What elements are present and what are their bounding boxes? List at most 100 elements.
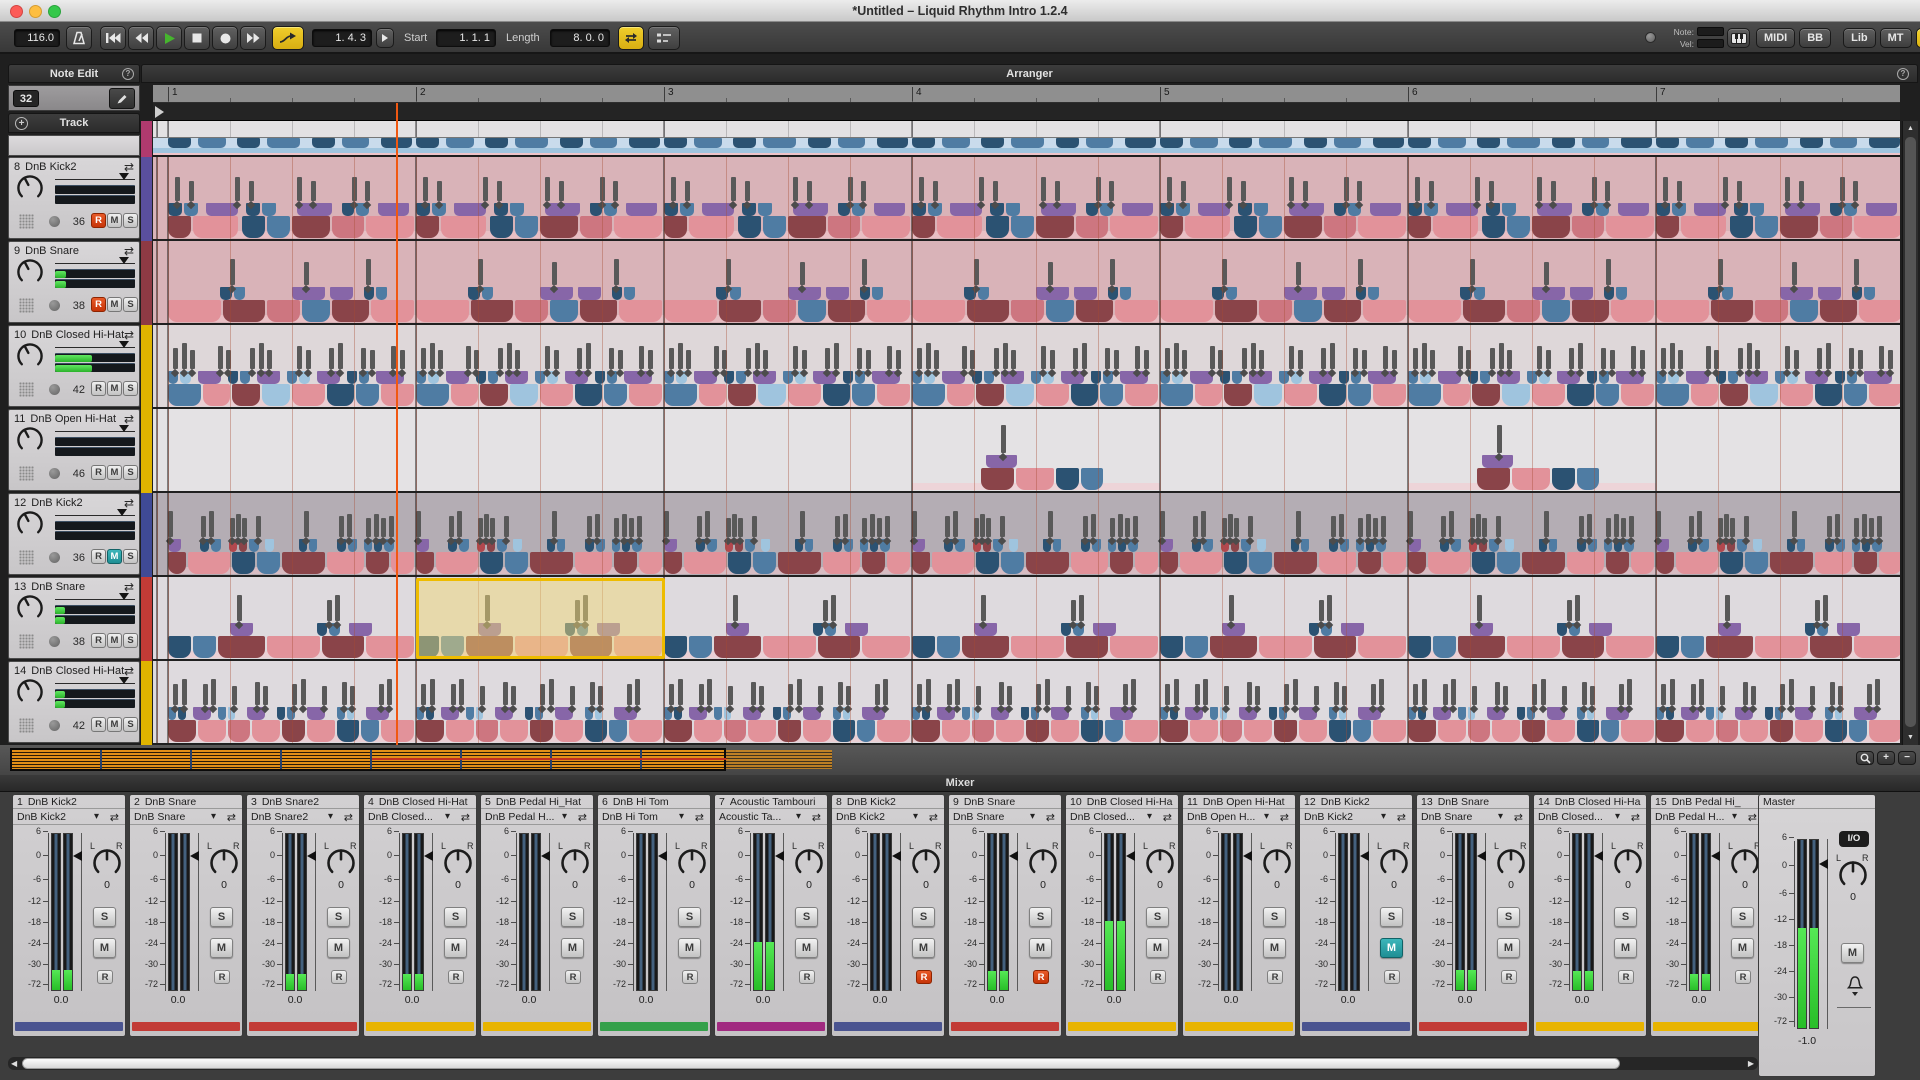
pan-knob[interactable] bbox=[1029, 849, 1057, 877]
arranger-help-icon[interactable]: ? bbox=[1897, 68, 1909, 80]
slider-marker-icon[interactable] bbox=[119, 593, 129, 600]
mute-button[interactable]: M bbox=[327, 938, 350, 958]
routing-icon[interactable]: ⇄ bbox=[124, 412, 134, 426]
instrument-dropdown[interactable]: DnB Kick2▾⇄ bbox=[832, 810, 944, 825]
solo-button[interactable]: S bbox=[123, 633, 138, 648]
mute-button[interactable]: M bbox=[107, 549, 122, 564]
record-arm-button[interactable]: R bbox=[1735, 970, 1751, 984]
midi-note-number[interactable]: 38 bbox=[67, 300, 85, 312]
track-knob[interactable] bbox=[17, 343, 43, 369]
mute-button[interactable]: M bbox=[1380, 938, 1403, 958]
routing-icon[interactable]: ⇄ bbox=[1748, 811, 1757, 824]
mute-button[interactable]: M bbox=[93, 938, 116, 958]
fader-handle-icon[interactable] bbox=[190, 851, 199, 861]
pan-knob[interactable] bbox=[1839, 861, 1867, 889]
fader-handle-icon[interactable] bbox=[658, 851, 667, 861]
record-arm-button[interactable]: R bbox=[214, 970, 230, 984]
solo-button[interactable]: S bbox=[1380, 907, 1403, 927]
groove-slider[interactable] bbox=[55, 521, 135, 530]
length-field[interactable]: 8. 0. 0 bbox=[550, 29, 610, 47]
loop-button[interactable] bbox=[618, 26, 644, 50]
pencil-tool-button[interactable] bbox=[109, 88, 135, 109]
fast-forward-button[interactable] bbox=[240, 26, 266, 50]
rewind-button[interactable] bbox=[128, 26, 154, 50]
solo-button[interactable]: S bbox=[1029, 907, 1052, 927]
pan-knob[interactable] bbox=[444, 849, 472, 877]
rewind-to-start-button[interactable] bbox=[100, 26, 126, 50]
routing-icon[interactable]: ⇄ bbox=[124, 580, 134, 594]
record-arm-button[interactable]: R bbox=[91, 297, 106, 312]
mute-button[interactable]: M bbox=[912, 938, 935, 958]
add-track-icon[interactable]: + bbox=[15, 117, 28, 130]
arranger-track-row[interactable] bbox=[153, 157, 1900, 241]
routing-icon[interactable]: ⇄ bbox=[695, 811, 704, 824]
metronome-button[interactable] bbox=[66, 26, 92, 50]
mute-button[interactable]: M bbox=[1146, 938, 1169, 958]
solo-button[interactable]: S bbox=[1614, 907, 1637, 927]
view-button-mix[interactable]: Mix bbox=[1916, 28, 1920, 48]
record-arm-button[interactable]: R bbox=[565, 970, 581, 984]
fader-handle-icon[interactable] bbox=[1594, 851, 1603, 861]
drag-handle[interactable] bbox=[19, 634, 34, 649]
groove-slider[interactable] bbox=[55, 353, 135, 362]
solo-button[interactable]: S bbox=[795, 907, 818, 927]
fader-handle-icon[interactable] bbox=[424, 851, 433, 861]
routing-icon[interactable]: ⇄ bbox=[124, 496, 134, 510]
instrument-dropdown[interactable]: DnB Kick2▾⇄ bbox=[13, 810, 125, 825]
follow-playhead-button[interactable] bbox=[272, 26, 304, 50]
routing-icon[interactable]: ⇄ bbox=[578, 811, 587, 824]
record-arm-button[interactable]: R bbox=[97, 970, 113, 984]
routing-icon[interactable]: ⇄ bbox=[1280, 811, 1289, 824]
fader-handle-icon[interactable] bbox=[1243, 851, 1252, 861]
groove-slider[interactable] bbox=[55, 185, 135, 194]
routing-icon[interactable]: ⇄ bbox=[1514, 811, 1523, 824]
track-knob[interactable] bbox=[17, 511, 43, 537]
arranger-vertical-scrollbar[interactable]: ▲ ▼ bbox=[1902, 121, 1918, 745]
fader-handle-icon[interactable] bbox=[73, 851, 82, 861]
groove-edit-button[interactable] bbox=[648, 26, 680, 50]
fader-handle-icon[interactable] bbox=[1819, 859, 1828, 869]
routing-icon[interactable]: ⇄ bbox=[812, 811, 821, 824]
solo-button[interactable]: S bbox=[327, 907, 350, 927]
solo-button[interactable]: S bbox=[1731, 907, 1754, 927]
routing-icon[interactable]: ⇄ bbox=[124, 160, 134, 174]
groove-slider[interactable] bbox=[55, 363, 135, 372]
routing-icon[interactable]: ⇄ bbox=[1631, 811, 1640, 824]
mute-button[interactable]: M bbox=[795, 938, 818, 958]
arrangement-overview[interactable] bbox=[10, 748, 726, 771]
track-knob[interactable] bbox=[17, 679, 43, 705]
track-knob[interactable] bbox=[17, 175, 43, 201]
record-arm-button[interactable]: R bbox=[1384, 970, 1400, 984]
mute-button[interactable]: M bbox=[1731, 938, 1754, 958]
mute-button[interactable]: M bbox=[210, 938, 233, 958]
advance-button[interactable] bbox=[376, 28, 394, 48]
fader-handle-icon[interactable] bbox=[307, 851, 316, 861]
record-arm-button[interactable]: R bbox=[916, 970, 932, 984]
arranger-track-row[interactable] bbox=[153, 325, 1900, 409]
record-button[interactable] bbox=[212, 26, 238, 50]
mute-button[interactable]: M bbox=[107, 297, 122, 312]
mixer-horizontal-scrollbar[interactable]: ◀ ▶ bbox=[8, 1057, 1758, 1070]
groove-slider[interactable] bbox=[55, 437, 135, 446]
mute-button[interactable]: M bbox=[1029, 938, 1052, 958]
solo-button[interactable]: S bbox=[123, 381, 138, 396]
solo-button[interactable]: S bbox=[1263, 907, 1286, 927]
routing-icon[interactable]: ⇄ bbox=[1163, 811, 1172, 824]
slider-marker-icon[interactable] bbox=[119, 173, 129, 180]
record-arm-button[interactable]: R bbox=[1618, 970, 1634, 984]
pan-knob[interactable] bbox=[1380, 849, 1408, 877]
scroll-down-icon[interactable]: ▼ bbox=[1907, 734, 1914, 741]
midi-note-number[interactable]: 42 bbox=[67, 720, 85, 732]
mute-button[interactable]: M bbox=[1497, 938, 1520, 958]
instrument-dropdown[interactable]: Acoustic Ta...▾⇄ bbox=[715, 810, 827, 825]
drag-handle[interactable] bbox=[19, 550, 34, 565]
record-arm-button[interactable]: R bbox=[682, 970, 698, 984]
instrument-dropdown[interactable]: DnB Pedal H...▾⇄ bbox=[1651, 810, 1763, 825]
record-arm-button[interactable]: R bbox=[91, 549, 106, 564]
stop-button[interactable] bbox=[184, 26, 210, 50]
solo-button[interactable]: S bbox=[123, 465, 138, 480]
track-knob[interactable] bbox=[17, 427, 43, 453]
routing-icon[interactable]: ⇄ bbox=[124, 244, 134, 258]
keyboard-view-button[interactable] bbox=[1727, 28, 1750, 48]
zoom-out-button[interactable]: − bbox=[1898, 751, 1916, 765]
